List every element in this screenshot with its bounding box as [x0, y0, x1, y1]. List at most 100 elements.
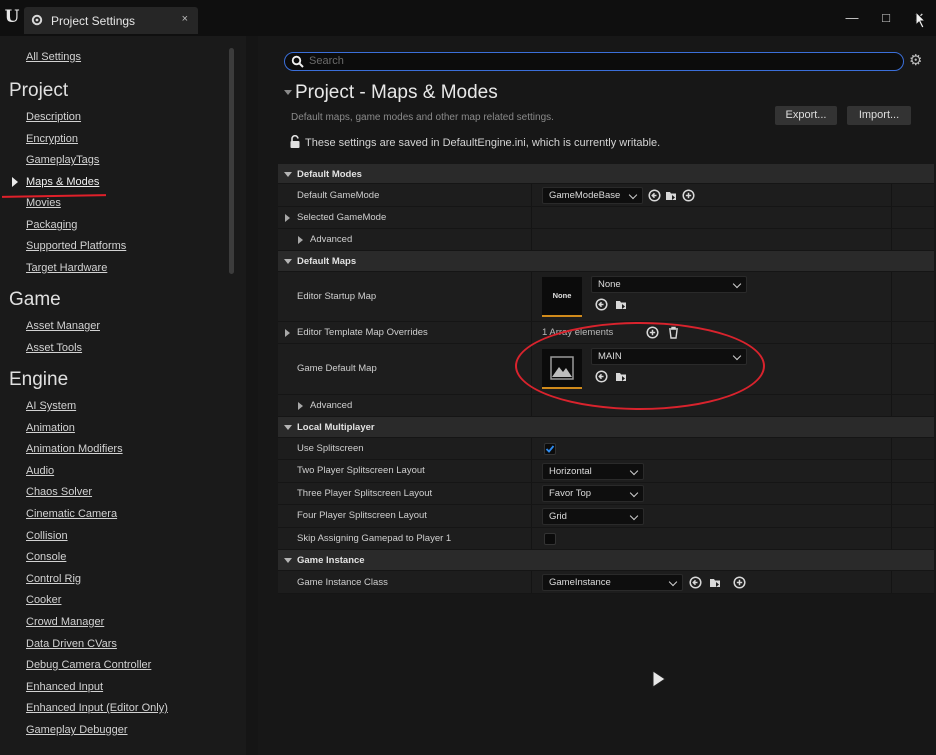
category-default-maps[interactable]: Default Maps [278, 251, 934, 272]
use-selected-arrow-icon[interactable] [648, 189, 661, 202]
chevron-down-icon [629, 466, 639, 476]
page-title: Project - Maps & Modes [295, 82, 498, 103]
project-settings-tab[interactable]: Project Settings × [24, 7, 198, 34]
sidebar-item-encryption[interactable]: Encryption [26, 133, 78, 145]
game-instance-class-dropdown[interactable]: GameInstance [542, 574, 683, 591]
sidebar-item-console[interactable]: Console [26, 551, 66, 563]
maximize-button[interactable]: □ [875, 8, 897, 28]
add-circle-icon[interactable] [733, 576, 746, 589]
sidebar-item-debug-camera-controller[interactable]: Debug Camera Controller [26, 659, 151, 671]
use-selected-arrow-icon[interactable] [689, 576, 702, 589]
expand-caret-icon [284, 558, 292, 563]
browse-folder-icon[interactable] [709, 576, 722, 589]
tab-close-icon[interactable]: × [182, 13, 188, 25]
chevron-down-icon [628, 190, 638, 200]
chevron-down-icon [629, 511, 639, 521]
thumbnail-label: None [552, 291, 572, 300]
property-label: Game Instance Class [297, 577, 388, 588]
search-icon [291, 55, 304, 68]
two-player-layout-dropdown[interactable]: Horizontal [542, 463, 644, 480]
expand-right-caret-icon [298, 236, 303, 244]
property-label: Editor Startup Map [297, 291, 377, 302]
gear-icon[interactable]: ⚙ [909, 53, 925, 69]
sidebar-item-target-hardware[interactable]: Target Hardware [26, 262, 107, 274]
sidebar-item-enhanced-input[interactable]: Enhanced Input [26, 681, 103, 693]
annotation-ellipse [515, 322, 765, 410]
property-label: Advanced [310, 400, 353, 411]
property-label: Default GameMode [297, 190, 380, 201]
map-thumbnail[interactable]: None [542, 277, 582, 317]
sidebar-all-settings[interactable]: All Settings [26, 51, 81, 63]
chevron-down-icon [668, 577, 678, 587]
dropdown-value: Favor Top [549, 488, 592, 499]
import-button[interactable]: Import... [847, 106, 911, 125]
property-row-selected-gamemode[interactable]: Selected GameMode [278, 207, 934, 229]
skip-gamepad-checkbox[interactable] [544, 533, 556, 545]
four-player-layout-dropdown[interactable]: Grid [542, 508, 644, 525]
browse-folder-icon[interactable] [665, 189, 678, 202]
property-row-editor-startup-map: Editor Startup Map None None [278, 272, 934, 322]
settings-sidebar: All Settings Project Description Encrypt… [0, 36, 246, 755]
property-row-advanced-modes[interactable]: Advanced [278, 229, 934, 251]
category-default-modes[interactable]: Default Modes [278, 164, 934, 184]
sidebar-item-maps-modes[interactable]: Maps & Modes [26, 176, 99, 188]
writable-note: These settings are saved in DefaultEngin… [305, 137, 661, 149]
use-splitscreen-checkbox[interactable] [544, 443, 556, 455]
editor-startup-map-dropdown[interactable]: None [591, 276, 747, 293]
chevron-down-icon [629, 488, 639, 498]
sidebar-scrollbar[interactable] [229, 48, 234, 274]
chevron-down-icon [732, 279, 742, 289]
expand-caret-icon [284, 259, 292, 264]
sidebar-item-chaos-solver[interactable]: Chaos Solver [26, 486, 92, 498]
sidebar-item-description[interactable]: Description [26, 111, 81, 123]
sidebar-item-cooker[interactable]: Cooker [26, 594, 61, 606]
sidebar-item-packaging[interactable]: Packaging [26, 219, 77, 231]
search-placeholder: Search [309, 55, 344, 67]
project-settings-window: U Project Settings × — □ ✕ All Settings … [0, 0, 936, 755]
three-player-layout-dropdown[interactable]: Favor Top [542, 485, 644, 502]
property-label: Selected GameMode [297, 212, 387, 223]
property-label: Advanced [310, 234, 353, 245]
sidebar-item-movies[interactable]: Movies [26, 197, 61, 209]
export-button[interactable]: Export... [775, 106, 837, 125]
default-gamemode-dropdown[interactable]: GameModeBase [542, 187, 643, 204]
use-selected-arrow-icon[interactable] [595, 298, 608, 311]
minimize-button[interactable]: — [841, 8, 863, 28]
collapse-caret-icon[interactable] [284, 90, 292, 95]
unlock-icon [290, 135, 300, 148]
category-game-instance[interactable]: Game Instance [278, 550, 934, 571]
sidebar-item-supported-platforms[interactable]: Supported Platforms [26, 240, 126, 252]
sidebar-item-asset-tools[interactable]: Asset Tools [26, 342, 82, 354]
sidebar-heading-project: Project [9, 80, 69, 101]
property-row-game-instance-class: Game Instance Class GameInstance [278, 571, 934, 594]
property-row-use-splitscreen: Use Splitscreen [278, 438, 934, 460]
property-label: Use Splitscreen [297, 443, 364, 454]
search-input[interactable]: Search [284, 52, 904, 71]
property-row-skip-gamepad: Skip Assigning Gamepad to Player 1 [278, 528, 934, 550]
sidebar-item-asset-manager[interactable]: Asset Manager [26, 320, 100, 332]
sidebar-item-gameplay-debugger[interactable]: Gameplay Debugger [26, 724, 128, 736]
sidebar-item-audio[interactable]: Audio [26, 465, 54, 477]
dropdown-value: None [598, 279, 621, 290]
sidebar-heading-game: Game [9, 289, 61, 310]
property-label: Skip Assigning Gamepad to Player 1 [297, 533, 452, 544]
checkmark-icon [545, 445, 555, 453]
sidebar-item-gameplaytags[interactable]: GameplayTags [26, 154, 99, 166]
sidebar-item-crowd-manager[interactable]: Crowd Manager [26, 616, 104, 628]
sidebar-item-animation[interactable]: Animation [26, 422, 75, 434]
settings-gear-icon [31, 14, 43, 26]
sidebar-item-cinematic-camera[interactable]: Cinematic Camera [26, 508, 117, 520]
category-local-multiplayer[interactable]: Local Multiplayer [278, 417, 934, 438]
browse-folder-icon[interactable] [615, 298, 628, 311]
expand-caret-icon [284, 425, 292, 430]
add-circle-icon[interactable] [682, 189, 695, 202]
sidebar-item-enhanced-input-editor[interactable]: Enhanced Input (Editor Only) [26, 702, 168, 714]
property-row-four-player-layout: Four Player Splitscreen Layout Grid [278, 505, 934, 528]
sidebar-item-control-rig[interactable]: Control Rig [26, 573, 81, 585]
sidebar-item-collision[interactable]: Collision [26, 530, 68, 542]
sidebar-item-ai-system[interactable]: AI System [26, 400, 76, 412]
dropdown-value: GameInstance [549, 577, 611, 588]
expand-right-caret-icon [285, 214, 290, 222]
sidebar-item-data-driven-cvars[interactable]: Data Driven CVars [26, 638, 117, 650]
sidebar-item-animation-modifiers[interactable]: Animation Modifiers [26, 443, 123, 455]
